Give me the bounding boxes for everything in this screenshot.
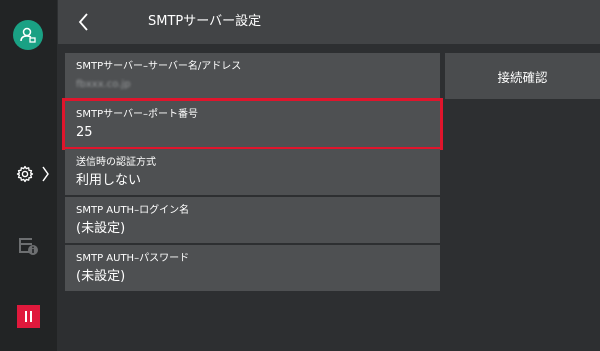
item-value: 利用しない [76, 173, 142, 188]
item-value: fbxxx.co.jp [76, 79, 131, 90]
settings-list: SMTPサーバー–サーバー名/アドレス fbxxx.co.jp SMTPサーバー… [62, 53, 443, 293]
back-icon[interactable] [74, 11, 94, 33]
item-value: (未設定) [76, 221, 126, 236]
item-label: SMTP AUTH–パスワード [76, 253, 190, 264]
printer-info-icon[interactable] [17, 234, 41, 256]
header: SMTPサーバー設定 [58, 0, 600, 44]
pause-button[interactable] [17, 305, 40, 328]
pause-icon [25, 311, 27, 322]
sidebar [0, 0, 57, 351]
user-button[interactable] [13, 20, 43, 50]
item-label: 送信時の認証方式 [76, 157, 156, 168]
connection-check-button[interactable]: 接続確認 [445, 53, 600, 99]
item-label: SMTPサーバー–ポート番号 [76, 109, 199, 120]
item-label: SMTPサーバー–サーバー名/アドレス [76, 61, 242, 72]
page-title: SMTPサーバー設定 [148, 14, 262, 29]
item-label: SMTP AUTH–ログイン名 [76, 205, 190, 216]
list-item-smtp-auth-password[interactable]: SMTP AUTH–パスワード (未設定) [65, 245, 440, 291]
list-item-smtp-port[interactable]: SMTPサーバー–ポート番号 25 [62, 98, 443, 150]
chevron-right-icon [42, 166, 49, 182]
list-item-smtp-auth-login[interactable]: SMTP AUTH–ログイン名 (未設定) [65, 197, 440, 243]
settings-nav-button[interactable] [16, 163, 56, 185]
gear-icon [16, 165, 34, 183]
list-item-smtp-server-address[interactable]: SMTPサーバー–サーバー名/アドレス fbxxx.co.jp [65, 53, 440, 99]
user-icon [20, 27, 36, 43]
item-value: (未設定) [76, 269, 126, 284]
list-item-auth-method[interactable]: 送信時の認証方式 利用しない [65, 149, 440, 195]
item-value: 25 [76, 125, 93, 140]
